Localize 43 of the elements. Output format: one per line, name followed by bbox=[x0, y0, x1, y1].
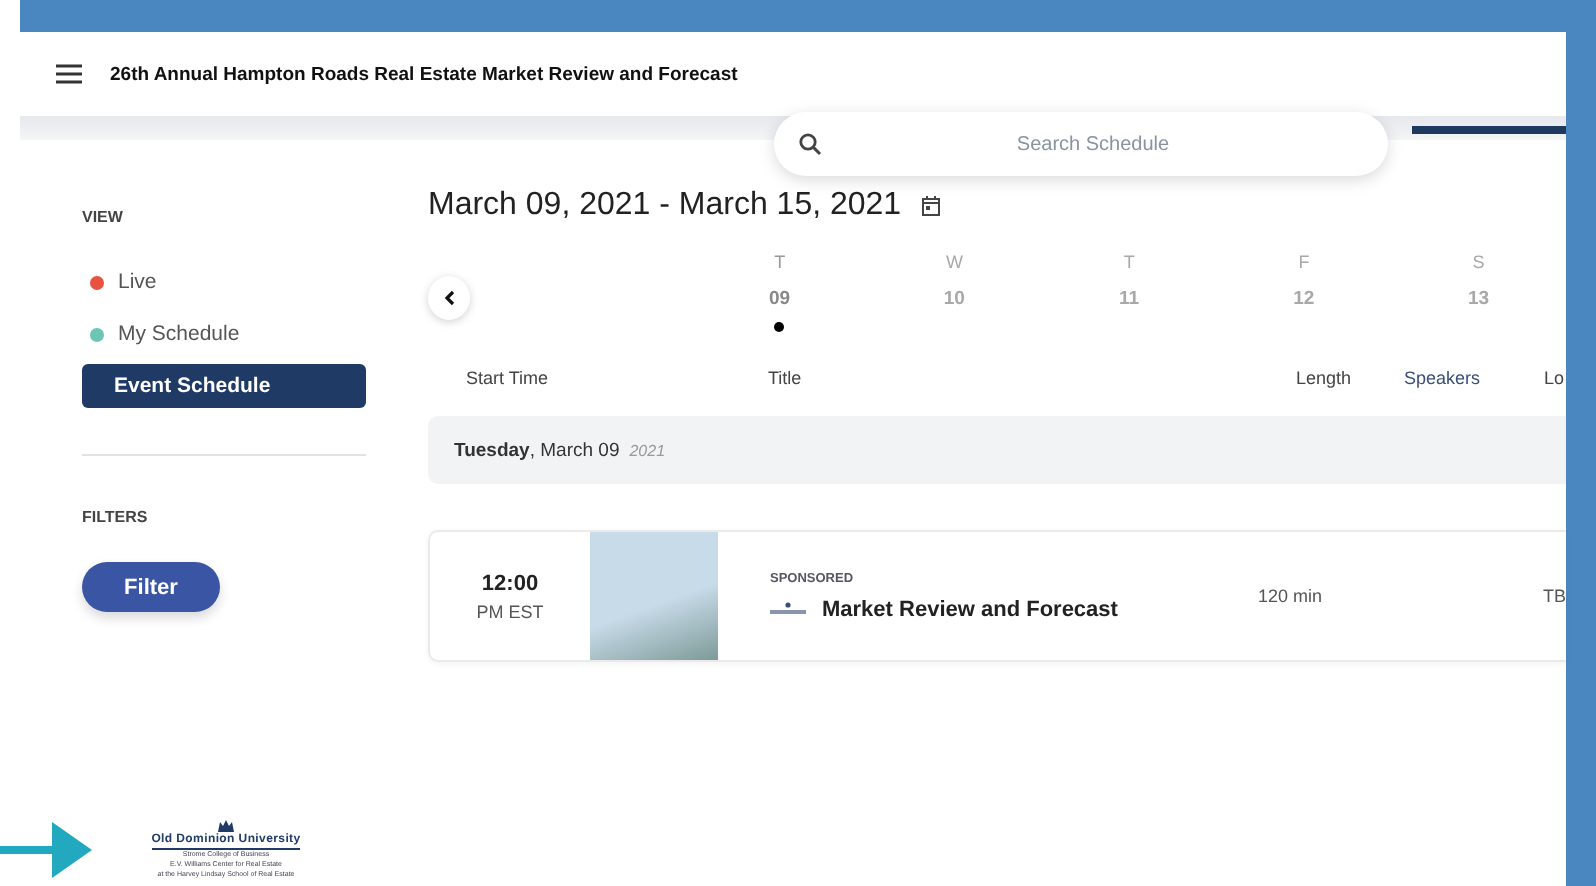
view-label: My Schedule bbox=[118, 322, 240, 346]
day-number: 11 bbox=[1119, 288, 1140, 310]
column-header: Start Time bbox=[466, 368, 551, 388]
weekday: T bbox=[1123, 252, 1135, 272]
column-header: Title bbox=[768, 368, 804, 388]
day-number: 09 bbox=[769, 288, 791, 310]
view-label: Live bbox=[118, 270, 157, 294]
day-number: 13 bbox=[1468, 288, 1490, 310]
column-header: Speakers bbox=[1404, 368, 1483, 388]
search-input[interactable]: Search Schedule bbox=[822, 131, 1364, 157]
weekday: F bbox=[1298, 252, 1310, 272]
column-header: Length bbox=[1296, 368, 1354, 388]
start-time: 12:00 bbox=[481, 571, 539, 595]
search-field[interactable]: Search Schedule bbox=[774, 112, 1388, 176]
session-length: 120 min bbox=[1256, 586, 1325, 606]
chevron-left-icon bbox=[441, 290, 458, 306]
previous-button[interactable] bbox=[428, 276, 471, 320]
column-header: Lo bbox=[1544, 368, 1566, 388]
time-period: PM EST bbox=[476, 601, 544, 621]
day-number: 12 bbox=[1293, 288, 1315, 310]
day-label: Tuesday, March 09 bbox=[454, 439, 620, 461]
day-number: 10 bbox=[943, 288, 965, 310]
section-label: FILTERS bbox=[82, 508, 150, 526]
section-label: VIEW bbox=[82, 208, 125, 226]
photo-placeholder bbox=[590, 532, 718, 660]
weekday: T bbox=[774, 252, 786, 272]
year-label: 2021 bbox=[629, 441, 666, 459]
calendar-icon[interactable] bbox=[921, 196, 940, 216]
menu-icon[interactable] bbox=[56, 64, 82, 84]
filter-button[interactable]: Filter bbox=[82, 562, 220, 612]
view-button[interactable]: Event Schedule bbox=[82, 364, 366, 408]
arrow-icon bbox=[0, 821, 92, 877]
date-range: March 09, 2021 - March 15, 2021 bbox=[428, 188, 902, 224]
view-item[interactable]: Live bbox=[82, 270, 366, 294]
weekday: W bbox=[945, 252, 963, 272]
view-item[interactable]: My Schedule bbox=[82, 322, 366, 346]
day-tab[interactable]: T 09 bbox=[692, 252, 867, 332]
app-title: 26th Annual Hampton Roads Real Estate Market Review and Forecast bbox=[110, 63, 738, 85]
weekday: S bbox=[1472, 252, 1485, 272]
sponsor-logo-icon bbox=[770, 602, 806, 616]
search-icon bbox=[798, 132, 822, 156]
session-speakers: TB bbox=[1542, 586, 1566, 606]
session-title: Market Review and Forecast bbox=[822, 597, 1118, 621]
